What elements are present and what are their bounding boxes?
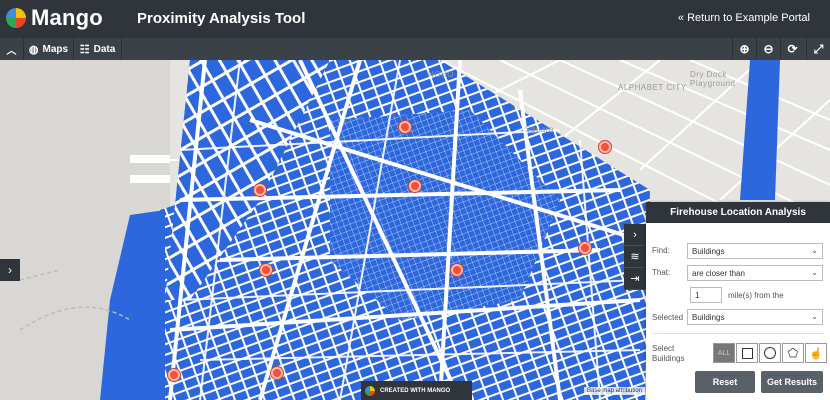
maps-button[interactable]: ◍ Maps: [24, 38, 74, 60]
that-select-value: are closer than: [692, 268, 745, 278]
that-select[interactable]: are closer than ⌄: [687, 265, 823, 281]
pointer-select-tool[interactable]: ☝: [805, 343, 827, 363]
data-button[interactable]: ☷ Data: [74, 38, 122, 60]
get-results-button[interactable]: Get Results: [761, 371, 823, 393]
app-header: Mango Proximity Analysis Tool « Return t…: [0, 0, 830, 38]
chevron-down-icon: ⌄: [811, 246, 818, 255]
data-label: Data: [93, 43, 116, 55]
exit-button[interactable]: ⇥: [624, 268, 646, 290]
basemap-attribution-link[interactable]: Base map attribution: [584, 387, 646, 395]
firehouse-marker[interactable]: [399, 121, 411, 133]
globe-icon: ◍: [28, 43, 39, 56]
map-label-dry-dock: Dry Dock Playground: [690, 70, 736, 88]
selected-label: Selected: [652, 313, 684, 322]
fullscreen-button[interactable]: ⤢: [806, 38, 830, 60]
firehouse-marker[interactable]: [271, 367, 283, 379]
firehouse-marker[interactable]: [260, 264, 272, 276]
badge-text: CREATED WITH MANGO: [380, 387, 451, 394]
chevron-down-icon: ⌄: [811, 268, 818, 277]
chevron-right-icon: ›: [8, 263, 12, 277]
circle-select-tool[interactable]: [759, 343, 781, 363]
created-with-mango-badge[interactable]: CREATED WITH MANGO: [361, 381, 472, 400]
firehouse-marker[interactable]: [599, 141, 611, 153]
return-to-portal-link[interactable]: « Return to Example Portal: [678, 12, 810, 24]
firehouse-marker[interactable]: [409, 180, 421, 192]
rectangle-select-tool[interactable]: [736, 343, 758, 363]
chevron-up-icon: ︿: [6, 45, 17, 57]
layers-icon: ≋: [630, 251, 640, 263]
fullscreen-icon: ⤢: [813, 41, 824, 56]
polygon-icon: ⬠: [787, 346, 799, 360]
panel-title: Firehouse Location Analysis: [646, 202, 830, 223]
zoom-in-button[interactable]: ⊕: [732, 38, 756, 60]
collapse-panel-button[interactable]: ›: [624, 224, 646, 246]
that-label: That:: [652, 268, 671, 277]
polygon-select-tool[interactable]: ⬠: [782, 343, 804, 363]
square-icon: [741, 347, 753, 359]
map-label-noho: NOHO: [428, 70, 454, 79]
panel-tab-strip: › ≋ ⇥: [624, 224, 646, 290]
select-all-tool[interactable]: ALL: [713, 343, 735, 363]
mango-logo-icon: [6, 8, 26, 28]
distance-value: 1: [695, 290, 700, 300]
layers-button[interactable]: ≋: [624, 246, 646, 268]
map-label-square: Square: [525, 125, 554, 134]
circle-icon: [764, 347, 776, 359]
firehouse-marker[interactable]: [254, 184, 266, 196]
map-label-alphabet-city: ALPHABET CITY: [618, 83, 687, 92]
maps-label: Maps: [42, 43, 69, 55]
select-buildings-label-2: Buildings: [652, 354, 685, 363]
brand-logo[interactable]: Mango: [6, 7, 103, 29]
hand-pointer-icon: ☝: [809, 347, 823, 360]
find-select-value: Buildings: [692, 246, 725, 256]
expand-sidebar-button[interactable]: ›: [0, 259, 20, 281]
distance-suffix: mile(s) from the: [728, 291, 784, 300]
firehouse-marker[interactable]: [451, 264, 463, 276]
database-icon: ☷: [79, 43, 90, 56]
zoom-in-icon: ⊕: [739, 42, 750, 56]
refresh-button[interactable]: ⟳: [780, 38, 804, 60]
reset-button[interactable]: Reset: [695, 371, 755, 393]
mango-logo-icon: [365, 385, 375, 396]
selected-select-value: Buildings: [692, 312, 725, 322]
find-select[interactable]: Buildings ⌄: [687, 243, 823, 259]
exit-icon: ⇥: [630, 273, 640, 285]
refresh-icon: ⟳: [787, 42, 798, 56]
panel-divider: [652, 333, 824, 334]
firehouse-marker[interactable]: [579, 242, 591, 254]
select-all-label: ALL: [717, 349, 731, 357]
chevron-right-icon: ›: [633, 228, 637, 241]
selected-select[interactable]: Buildings ⌄: [687, 309, 823, 325]
collapse-toolbar-button[interactable]: ︿: [0, 38, 24, 60]
distance-input[interactable]: 1: [690, 287, 722, 303]
find-label: Find:: [652, 246, 670, 255]
chevron-down-icon: ⌄: [811, 312, 818, 321]
app-title: Proximity Analysis Tool: [137, 10, 306, 27]
zoom-out-icon: ⊖: [763, 42, 774, 56]
select-buildings-label-1: Select: [652, 344, 675, 353]
brand-name: Mango: [31, 5, 103, 30]
map-toolbar: ︿ ◍ Maps ☷ Data ⊕ ⊖ ⟳ ⤢: [0, 38, 830, 60]
firehouse-marker[interactable]: [168, 369, 180, 381]
zoom-out-button[interactable]: ⊖: [756, 38, 780, 60]
